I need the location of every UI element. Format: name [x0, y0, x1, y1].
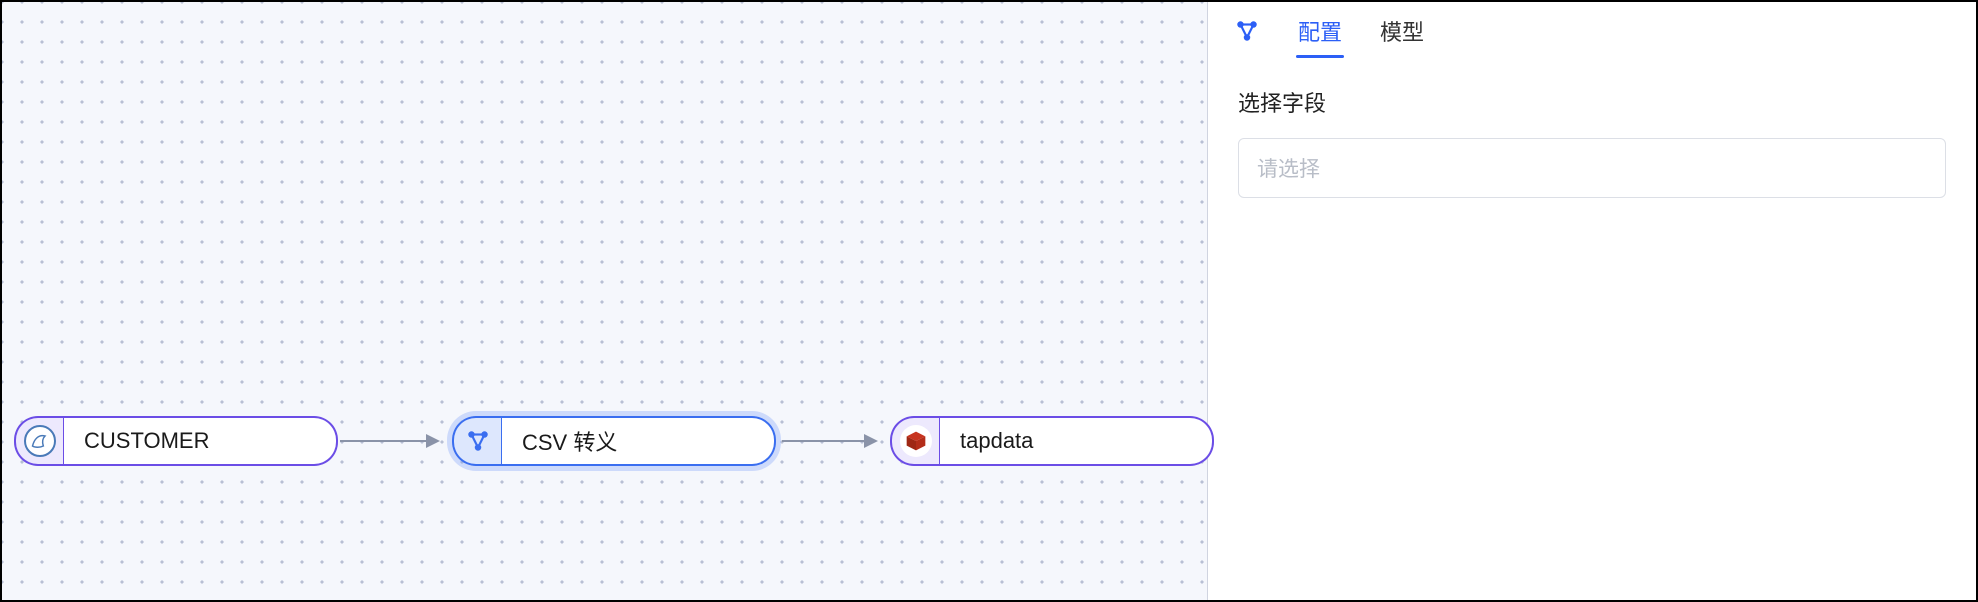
field-select-dropdown[interactable]: 请选择 — [1238, 138, 1946, 198]
node-source-customer[interactable]: CUSTOMER — [14, 416, 338, 466]
edge-transform-to-target[interactable] — [782, 440, 876, 442]
tab-model[interactable]: 模型 — [1378, 1, 1426, 61]
redis-icon — [890, 416, 940, 466]
transform-icon — [452, 416, 502, 466]
field-select-label: 选择字段 — [1238, 86, 1946, 118]
node-source-label: CUSTOMER — [64, 416, 338, 466]
tabs-bar: 配置 模型 — [1208, 2, 1976, 60]
node-target-tapdata[interactable]: tapdata — [890, 416, 1214, 466]
config-sidebar: 配置 模型 选择字段 请选择 — [1208, 2, 1976, 600]
edge-source-to-transform[interactable] — [340, 440, 438, 442]
mysql-icon — [14, 416, 64, 466]
config-panel: 选择字段 请选择 — [1208, 60, 1976, 224]
node-type-icon — [1232, 16, 1262, 46]
nodes-connect-icon — [465, 428, 491, 454]
tab-config[interactable]: 配置 — [1296, 1, 1344, 61]
node-target-label: tapdata — [940, 416, 1214, 466]
node-transform-csv[interactable]: CSV 转义 — [452, 416, 776, 466]
redis-cube-icon — [902, 427, 930, 455]
flow-canvas[interactable]: CUSTOMER CSV 转义 tapdata — [2, 2, 1208, 600]
dolphin-icon — [30, 431, 50, 451]
node-transform-label: CSV 转义 — [502, 416, 776, 466]
